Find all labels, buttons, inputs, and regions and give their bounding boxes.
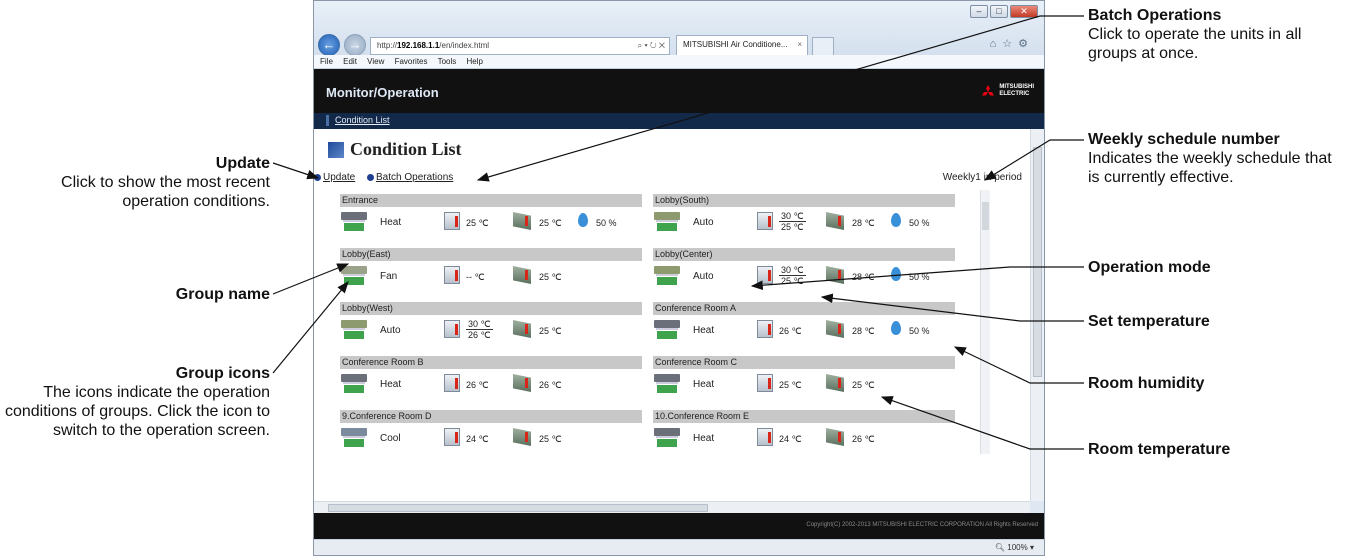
arrow-set-temperature (820, 293, 1084, 322)
arrow-room-temperature (880, 396, 1084, 450)
arrow-batch (476, 15, 1084, 182)
arrow-update (272, 162, 320, 180)
arrow-group-icons (272, 281, 349, 374)
annotation-arrows (272, 15, 1084, 450)
arrow-operation-mode (750, 266, 1084, 290)
arrow-weekly (983, 139, 1084, 181)
arrow-group-name (272, 263, 350, 295)
arrow-room-humidity (953, 346, 1084, 384)
